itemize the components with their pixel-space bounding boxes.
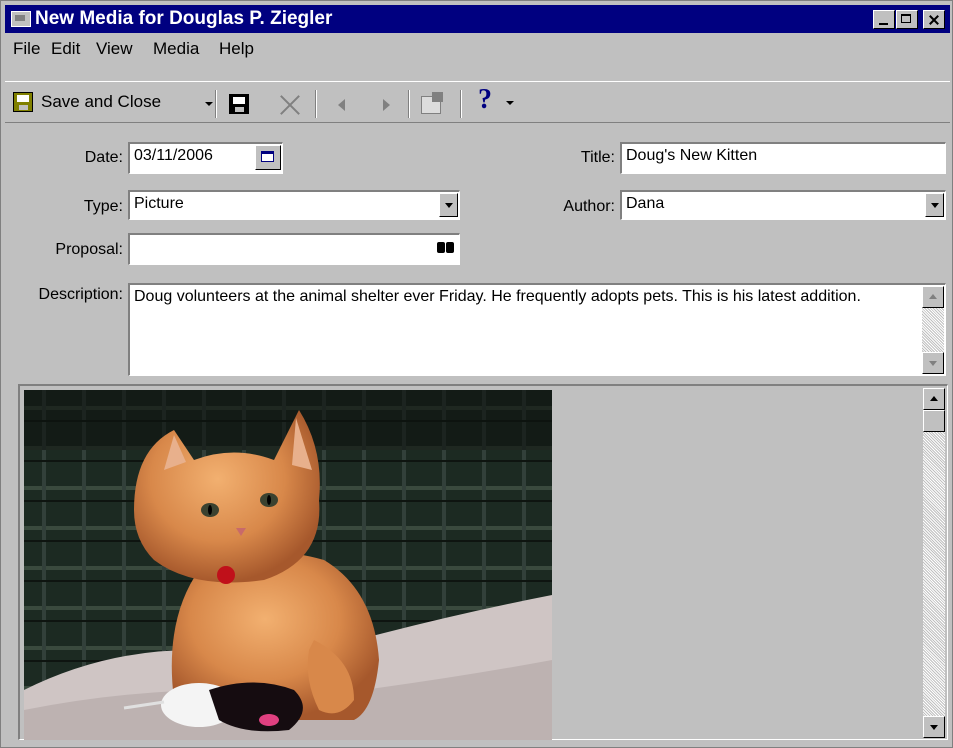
proposal-input[interactable] [134,238,455,256]
title-bar[interactable]: New Media for Douglas P. Ziegler [5,5,950,33]
author-selected-value: Dana [626,195,665,212]
author-label: Author: [563,198,615,215]
media-image-pane[interactable] [18,384,948,740]
delete-icon[interactable] [279,94,301,116]
type-dropdown-arrow-icon[interactable] [439,193,458,217]
toolbar-separator [215,90,217,118]
type-dropdown[interactable]: Picture [128,190,460,220]
type-label: Type: [83,198,123,215]
save-close-dropdown-icon[interactable] [205,102,213,106]
menu-file[interactable]: File [13,39,40,59]
toolbar-separator [408,90,410,118]
kitten-photo-graphic [24,390,552,740]
image-scroll-down-icon[interactable] [923,716,945,738]
author-dropdown[interactable]: Dana [620,190,946,220]
menu-help[interactable]: Help [219,39,254,59]
menu-media[interactable]: Media [153,39,199,59]
description-text[interactable]: Doug volunteers at the animal shelter ev… [134,287,914,307]
description-scrollbar[interactable] [922,286,944,374]
toolbar-separator [460,90,462,118]
window-title: New Media for Douglas P. Ziegler [35,8,333,29]
description-scroll-up-icon[interactable] [922,286,944,308]
properties-icon[interactable] [421,92,445,114]
description-scroll-down-icon[interactable] [922,352,944,374]
proposal-label: Proposal: [55,241,123,258]
image-scrollbar[interactable] [923,388,945,738]
author-dropdown-arrow-icon[interactable] [925,193,944,217]
menu-edit[interactable]: Edit [51,39,80,59]
save-icon[interactable] [229,94,249,114]
title-label: Title: [580,149,615,166]
toolbar-separator [315,90,317,118]
toolbar: Save and Close ? [5,81,950,123]
save-close-icon [13,92,33,112]
menu-view[interactable]: View [96,39,133,59]
date-label: Date: [84,149,123,166]
maximize-button[interactable] [896,10,918,29]
close-button[interactable] [923,10,945,29]
description-textarea[interactable]: Doug volunteers at the animal shelter ev… [128,283,946,376]
media-window: New Media for Douglas P. Ziegler File Ed… [0,0,953,748]
save-and-close-label: Save and Close [41,92,162,111]
date-field[interactable] [128,142,283,174]
description-label: Description: [38,286,123,303]
calendar-icon[interactable] [255,145,281,170]
image-scroll-up-icon[interactable] [923,388,945,410]
title-field[interactable] [620,142,946,174]
next-record-icon[interactable] [383,99,390,111]
proposal-field[interactable] [128,233,460,265]
help-dropdown-icon[interactable] [506,101,514,105]
kitten-photo [24,390,552,740]
title-input[interactable] [626,147,941,165]
minimize-button[interactable] [873,10,895,29]
help-icon[interactable]: ? [478,84,492,116]
previous-record-icon[interactable] [338,99,345,111]
image-scroll-thumb[interactable] [923,410,945,432]
menu-bar: File Edit View Media Help [5,35,950,61]
binoculars-search-icon[interactable] [436,238,456,256]
type-selected-value: Picture [134,195,184,212]
media-app-icon [11,11,31,27]
